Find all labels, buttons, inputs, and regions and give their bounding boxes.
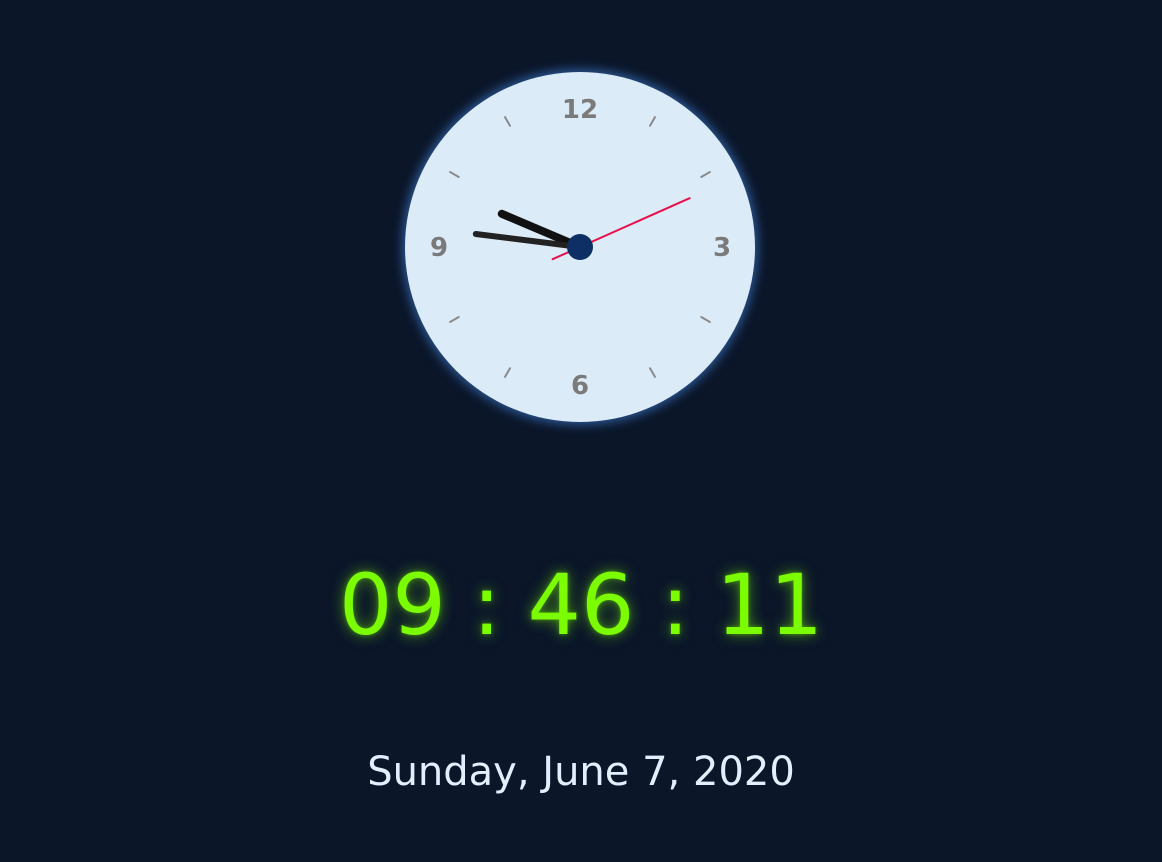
- digital-seconds: 11: [716, 556, 824, 654]
- digital-minutes: 46: [527, 556, 635, 654]
- center-cap: [567, 234, 593, 260]
- hour-tick: [449, 171, 460, 178]
- dial-number-12: 12: [562, 95, 598, 125]
- digital-hours: 09: [338, 556, 446, 654]
- analog-clock-dial: 12 3 6 9: [430, 95, 731, 401]
- date-display: Sunday, June 7, 2020: [367, 749, 795, 795]
- digital-separator: :: [472, 556, 501, 654]
- digital-time: 09 : 46 : 11: [0, 555, 1162, 655]
- hour-tick: [649, 367, 656, 378]
- analog-clock: 12 3 6 9: [405, 72, 755, 422]
- hour-tick: [504, 367, 511, 378]
- hour-tick: [700, 316, 711, 323]
- digital-separator: :: [661, 556, 690, 654]
- dial-number-3: 3: [713, 233, 731, 263]
- hour-tick: [649, 116, 656, 127]
- hour-tick: [504, 116, 511, 127]
- dial-number-6: 6: [571, 371, 589, 401]
- hour-tick: [700, 171, 711, 178]
- hour-tick: [449, 316, 460, 323]
- dial-number-9: 9: [430, 233, 448, 263]
